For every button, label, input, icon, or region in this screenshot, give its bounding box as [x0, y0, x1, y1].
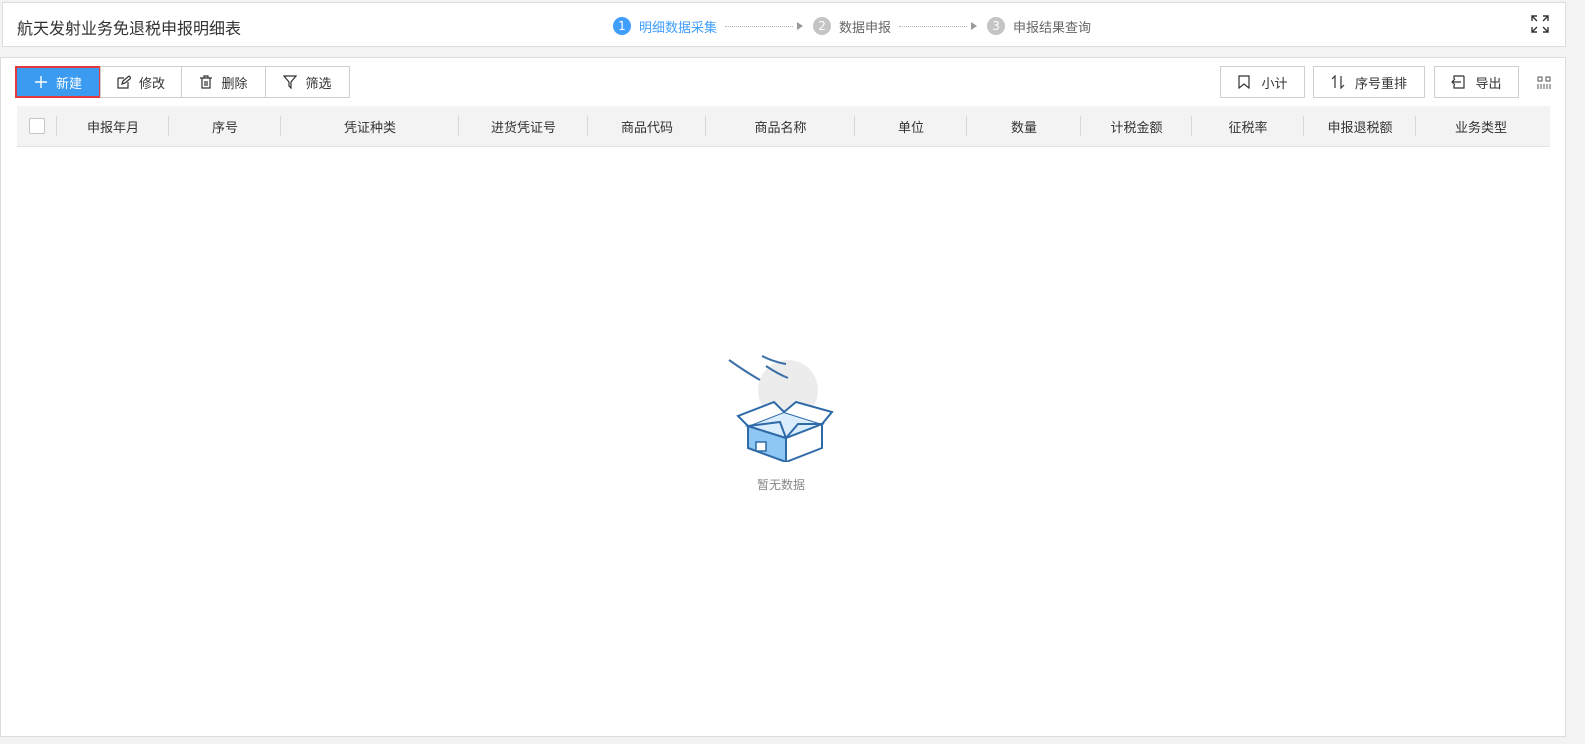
- fullscreen-icon[interactable]: [1531, 15, 1549, 33]
- step-1[interactable]: 1 明细数据采集: [613, 17, 717, 36]
- page-title: 航天发射业务免退税申报明细表: [17, 19, 242, 38]
- column-header[interactable]: 申报年月: [57, 106, 169, 146]
- filter-icon: [283, 75, 298, 89]
- reorder-button-label: 序号重排: [1354, 76, 1407, 92]
- plus-icon: [34, 76, 47, 88]
- subtotal-tool: 小计: [1220, 66, 1305, 98]
- export-button[interactable]: 导出: [1434, 66, 1519, 98]
- select-all-cell: [17, 106, 57, 146]
- step-1-label: 明细数据采集: [639, 20, 718, 36]
- toolbar-left: 新建 修改 删除 筛选: [15, 66, 350, 98]
- step-arrow-icon: [797, 22, 804, 30]
- reorder-tool: 序号重排: [1313, 66, 1425, 98]
- column-header[interactable]: 征税率: [1192, 106, 1304, 146]
- trash-icon: [200, 75, 213, 89]
- subtotal-button[interactable]: 小计: [1220, 66, 1305, 98]
- step-1-number: 1: [613, 17, 631, 35]
- edit-icon: [117, 75, 131, 89]
- step-2-number: 2: [813, 17, 832, 35]
- empty-message: 暂无数据: [756, 478, 805, 492]
- column-header[interactable]: 数量: [967, 106, 1081, 146]
- bookmark-icon: [1238, 75, 1251, 89]
- export-icon: [1451, 75, 1466, 89]
- step-2[interactable]: 2 数据申报: [813, 17, 891, 36]
- filter-button-label: 筛选: [305, 76, 332, 92]
- step-3-number: 3: [987, 17, 1006, 35]
- filter-button[interactable]: 筛选: [265, 66, 350, 98]
- reorder-button[interactable]: 序号重排: [1313, 66, 1425, 98]
- column-header[interactable]: 序号: [169, 106, 281, 146]
- select-all-checkbox[interactable]: [29, 118, 45, 134]
- empty-box-icon: [728, 355, 834, 464]
- step-connector-dots: [899, 25, 968, 27]
- step-connector-dots: [725, 25, 794, 27]
- column-header[interactable]: 单位: [855, 106, 967, 146]
- column-header[interactable]: 进货凭证号: [459, 106, 588, 146]
- delete-button[interactable]: 删除: [181, 66, 266, 98]
- subtotal-button-label: 小计: [1261, 76, 1288, 92]
- edit-button[interactable]: 修改: [100, 66, 182, 98]
- column-header[interactable]: 申报退税额: [1304, 106, 1416, 146]
- export-tool: 导出: [1434, 66, 1519, 98]
- page-header: 航天发射业务免退税申报明细表 1 明细数据采集 2 数据申报 3 申报结果查询: [2, 2, 1566, 47]
- step-3-label: 申报结果查询: [1013, 20, 1092, 36]
- column-header[interactable]: 商品名称: [706, 106, 855, 146]
- edit-button-label: 修改: [138, 76, 165, 92]
- column-header[interactable]: 凭证种类: [281, 106, 459, 146]
- table-header: 申报年月 序号 凭证种类 进货凭证号 商品代码 商品名称 单位 数量 计税金额 …: [17, 106, 1550, 147]
- step-indicator: 1 明细数据采集 2 数据申报 3 申报结果查询: [613, 16, 1091, 36]
- grid-settings-icon[interactable]: [1537, 76, 1551, 90]
- column-header[interactable]: 计税金额: [1081, 106, 1192, 146]
- step-arrow-icon: [971, 22, 978, 30]
- step-2-label: 数据申报: [839, 20, 892, 36]
- export-button-label: 导出: [1475, 76, 1502, 92]
- empty-state: 暂无数据: [726, 350, 836, 493]
- column-header[interactable]: 商品代码: [588, 106, 706, 146]
- sort-icon: [1331, 75, 1345, 89]
- step-3[interactable]: 3 申报结果查询: [987, 17, 1091, 36]
- new-button-label: 新建: [55, 76, 82, 92]
- delete-button-label: 删除: [221, 76, 248, 92]
- new-button[interactable]: 新建: [15, 66, 101, 98]
- main-panel: 新建 修改 删除 筛选 小计 序号重排 导出 申报年月 序号 凭证种类 进货凭证…: [0, 57, 1566, 737]
- column-header[interactable]: 业务类型: [1416, 106, 1546, 146]
